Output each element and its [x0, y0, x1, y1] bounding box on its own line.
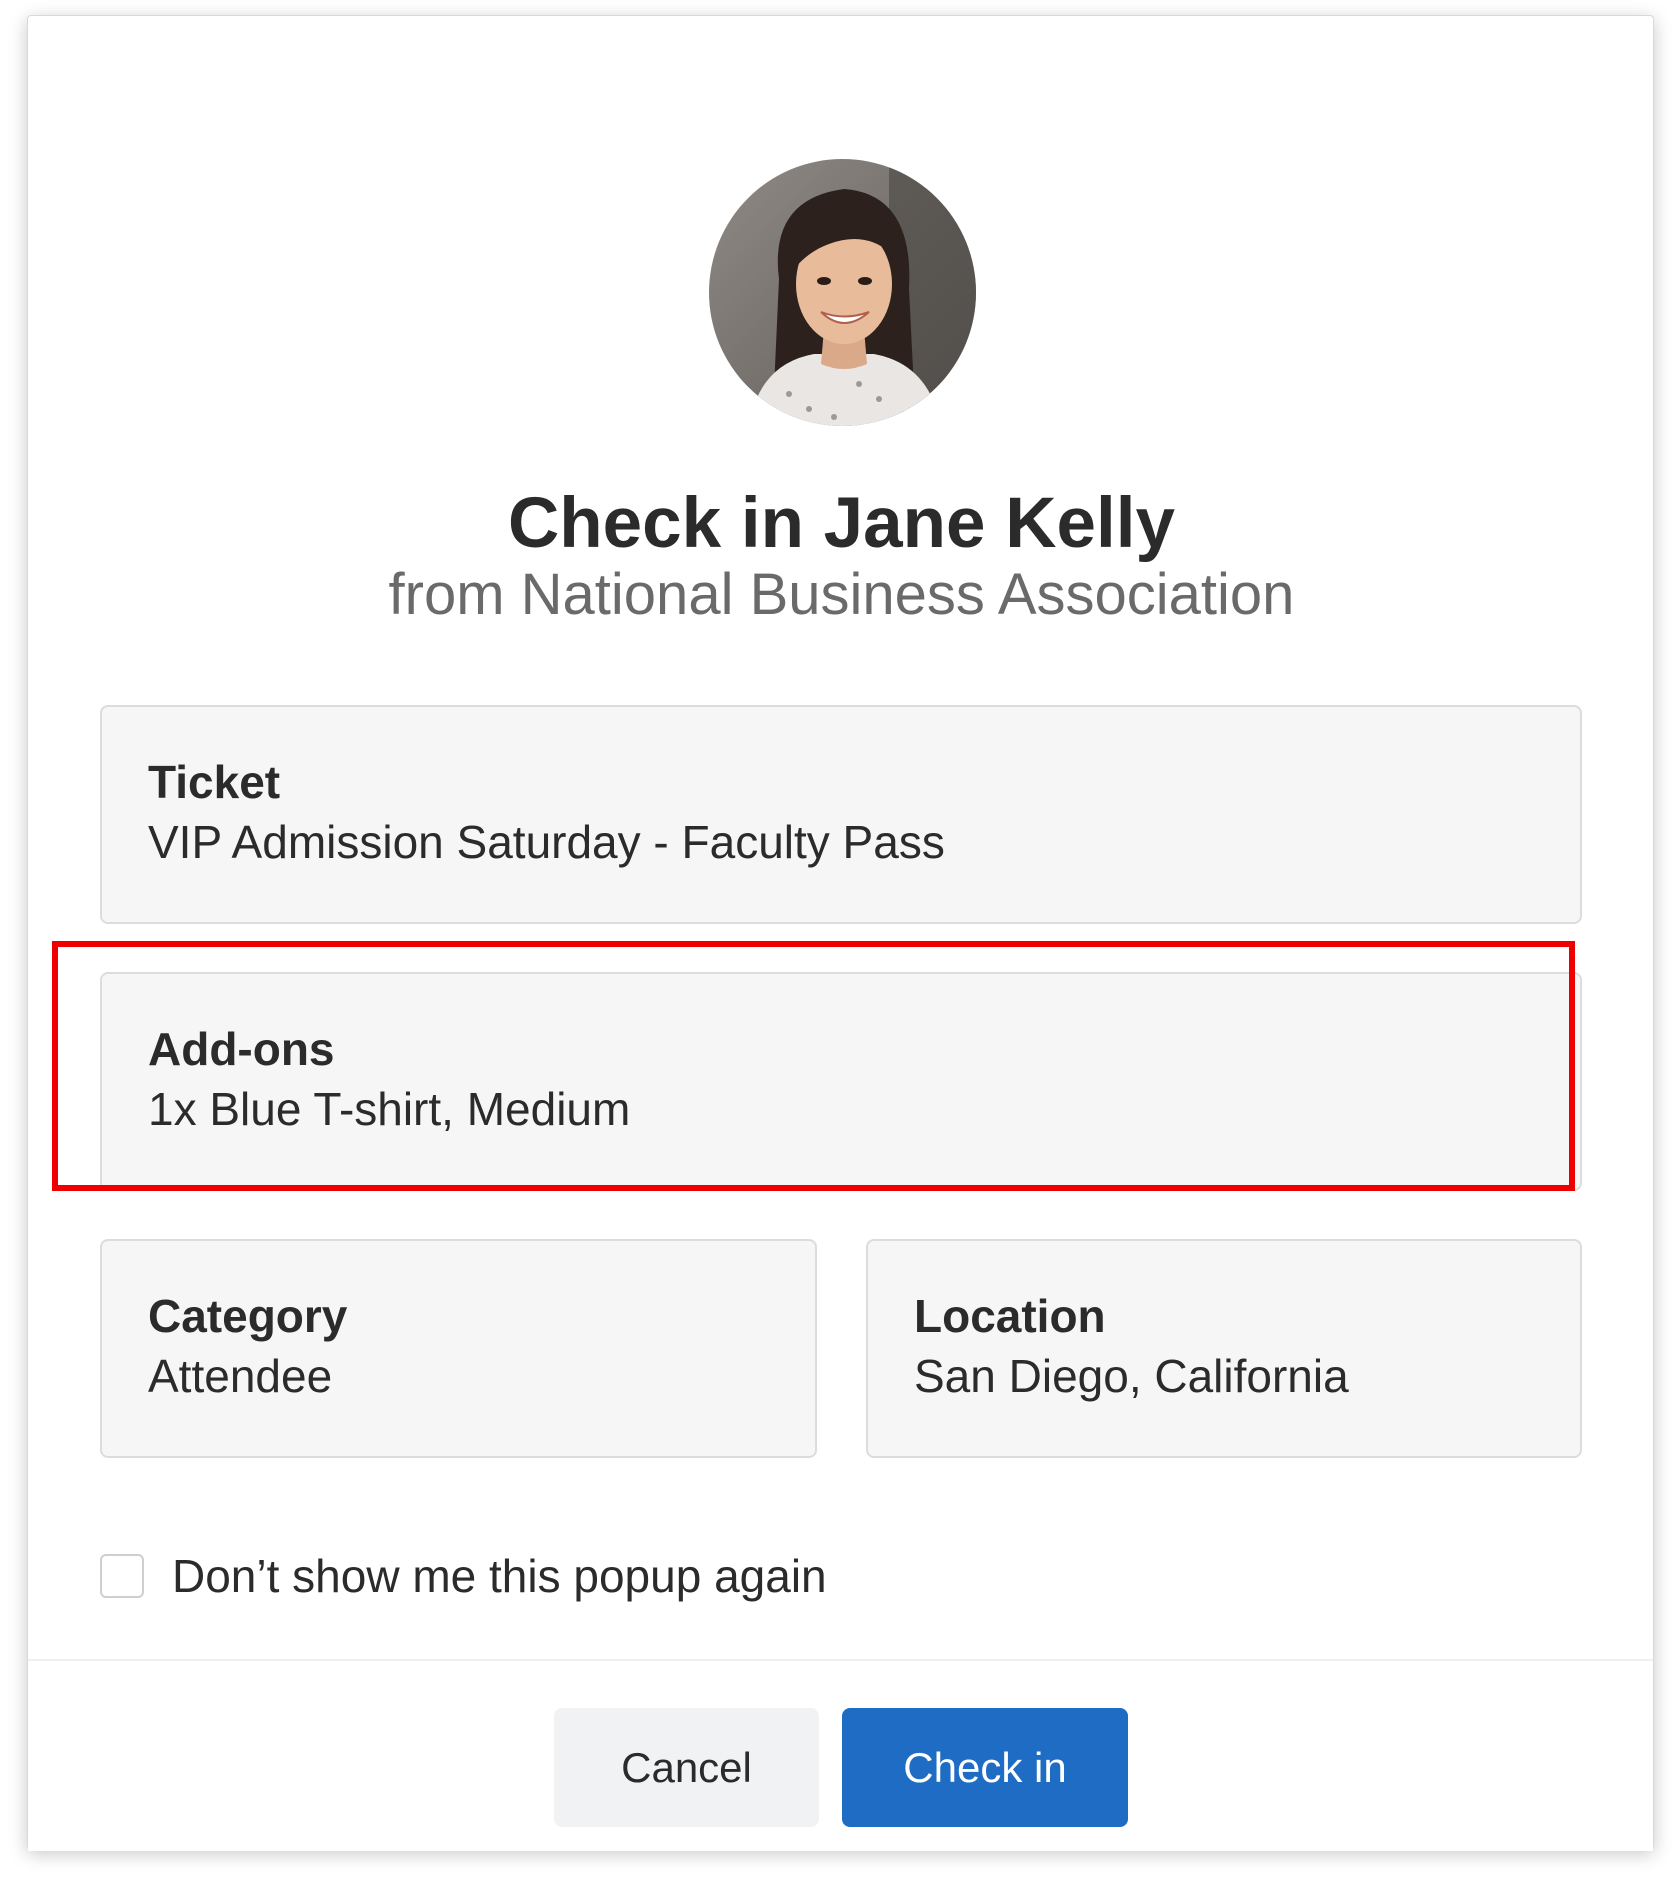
- cancel-button[interactable]: Cancel: [554, 1708, 819, 1827]
- dont-show-again-label[interactable]: Don’t show me this popup again: [172, 1549, 827, 1603]
- profile-photo: [709, 159, 976, 426]
- category-card: Category Attendee: [100, 1239, 817, 1458]
- addons-label: Add-ons: [148, 1023, 335, 1075]
- ticket-label: Ticket: [148, 756, 281, 808]
- location-label: Location: [914, 1290, 1106, 1342]
- category-label: Category: [148, 1290, 348, 1342]
- check-in-dialog: Check in Jane Kelly from National Busine…: [27, 15, 1654, 1851]
- avatar: [709, 159, 976, 426]
- dont-show-again-row[interactable]: Don’t show me this popup again: [100, 1536, 827, 1616]
- ticket-card: Ticket VIP Admission Saturday - Faculty …: [100, 705, 1582, 924]
- addons-value: 1x Blue T-shirt, Medium: [148, 1083, 631, 1135]
- dialog-title: Check in Jane Kelly: [508, 484, 1175, 563]
- addons-card: Add-ons 1x Blue T-shirt, Medium: [100, 972, 1582, 1191]
- category-value: Attendee: [148, 1350, 333, 1402]
- dialog-subtitle: from National Business Association: [388, 562, 1295, 627]
- location-value: San Diego, California: [914, 1350, 1349, 1402]
- dont-show-again-checkbox[interactable]: [100, 1554, 144, 1598]
- location-card: Location San Diego, California: [866, 1239, 1582, 1458]
- check-in-button[interactable]: Check in: [842, 1708, 1128, 1827]
- dialog-footer: Cancel Check in: [28, 1659, 1653, 1851]
- ticket-value: VIP Admission Saturday - Faculty Pass: [148, 816, 945, 868]
